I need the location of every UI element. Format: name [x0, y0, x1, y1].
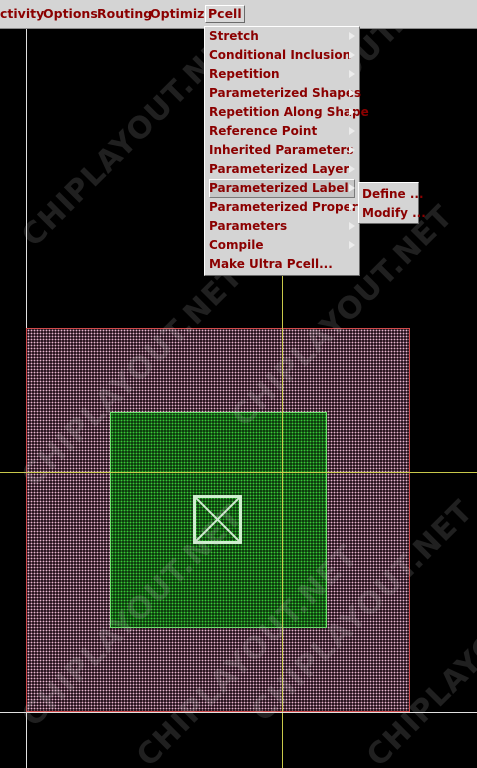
menu-routing[interactable]: Routing	[97, 6, 152, 22]
submenu-arrow-icon	[349, 165, 355, 173]
menu-item-repetition[interactable]: Repetition	[209, 65, 355, 84]
menu-item-label: Repetition Along Shape	[209, 105, 369, 119]
menu-item-label: Parameterized Property	[209, 200, 372, 214]
menu-item-parameterized-property[interactable]: Parameterized Property	[209, 198, 371, 217]
menu-item-label: Parameterized Shapes	[209, 86, 362, 100]
submenu-item-modify[interactable]: Modify ...	[362, 204, 426, 222]
submenu-arrow-icon	[349, 184, 355, 192]
x-axis-line	[0, 472, 477, 473]
submenu-arrow-icon	[349, 222, 355, 230]
menu-item-label: Reference Point	[209, 124, 318, 138]
menu-item-reference-point[interactable]: Reference Point	[209, 122, 355, 141]
contact-via-icon[interactable]	[193, 495, 242, 544]
grid-line-horizontal-bottom	[0, 712, 477, 713]
menu-item-label: Parameters	[209, 219, 288, 233]
menu-item-stretch[interactable]: Stretch	[209, 27, 355, 46]
menu-item-label: Inherited Parameters	[209, 143, 354, 157]
submenu-arrow-icon	[349, 241, 355, 249]
menu-item-parameterized-label[interactable]: Parameterized Label	[209, 179, 355, 198]
menu-item-label: Repetition	[209, 67, 280, 81]
menubar: ctivity Options Routing Optimize Pcell	[0, 0, 477, 29]
menu-item-inherited-parameters[interactable]: Inherited Parameters	[209, 141, 355, 160]
menu-item-conditional-inclusion[interactable]: Conditional Inclusion	[209, 46, 355, 65]
submenu-arrow-icon	[349, 89, 355, 97]
menu-options[interactable]: Options	[43, 6, 98, 22]
menu-optimize[interactable]: Optimize	[150, 6, 213, 22]
menu-pcell[interactable]: Pcell	[205, 5, 245, 23]
submenu-arrow-icon	[349, 108, 355, 116]
menu-item-parameterized-shapes[interactable]: Parameterized Shapes	[209, 84, 361, 103]
menu-item-compile[interactable]: Compile	[209, 236, 355, 255]
menu-item-label: Stretch	[209, 29, 259, 43]
menu-item-parameterized-layer[interactable]: Parameterized Layer	[209, 160, 355, 179]
submenu-arrow-icon	[349, 51, 355, 59]
menu-item-make-ultra-pcell[interactable]: Make Ultra Pcell...	[209, 255, 355, 274]
submenu-item-define[interactable]: Define ...	[362, 185, 424, 203]
parameterized-label-submenu: Define ... Modify ...	[358, 182, 426, 224]
menu-item-label: Conditional Inclusion	[209, 48, 352, 62]
submenu-arrow-icon	[349, 127, 355, 135]
submenu-arrow-icon	[349, 146, 355, 154]
menu-connectivity[interactable]: ctivity	[0, 6, 44, 22]
submenu-arrow-icon	[349, 32, 355, 40]
menu-item-repetition-along-shape[interactable]: Repetition Along Shape	[209, 103, 369, 122]
submenu-arrow-icon	[349, 203, 355, 211]
menu-item-label: Parameterized Label	[209, 181, 349, 195]
pcell-dropdown-menu: Stretch Conditional Inclusion Repetition…	[204, 26, 371, 276]
menu-item-label: Make Ultra Pcell...	[209, 257, 333, 271]
menu-item-label: Compile	[209, 238, 264, 252]
menu-item-parameters[interactable]: Parameters	[209, 217, 355, 236]
submenu-arrow-icon	[349, 70, 355, 78]
menu-item-label: Parameterized Layer	[209, 162, 350, 176]
